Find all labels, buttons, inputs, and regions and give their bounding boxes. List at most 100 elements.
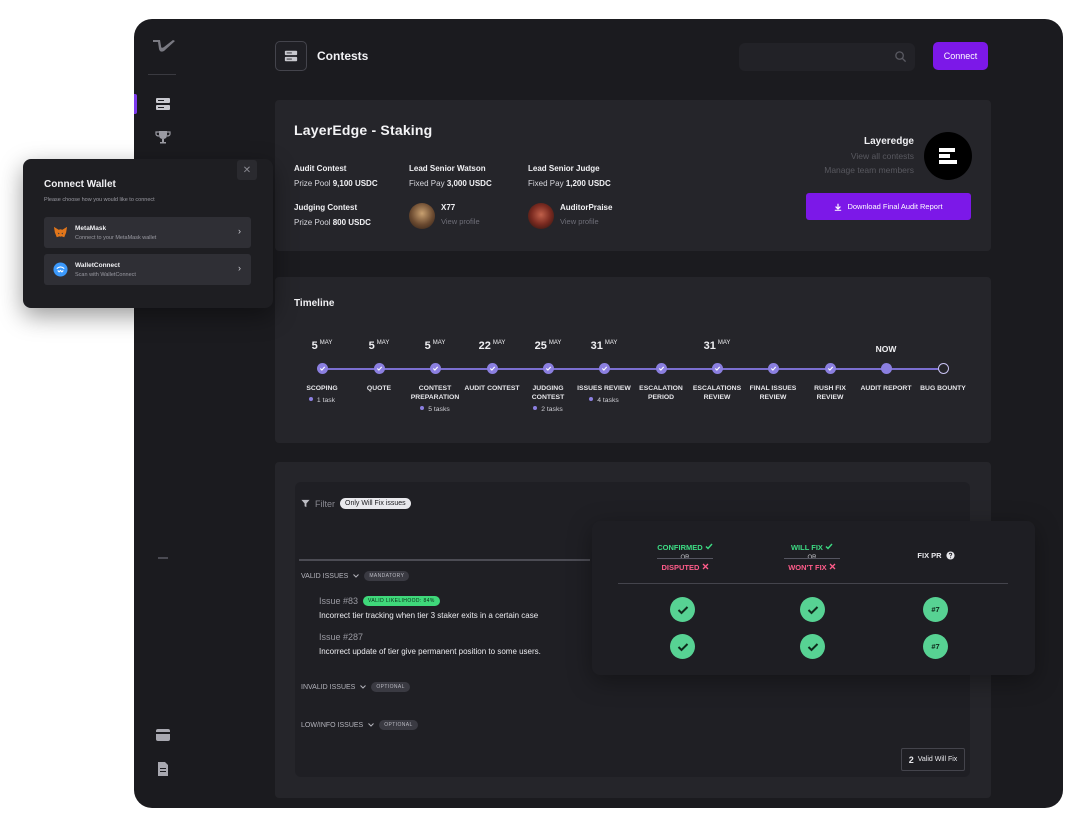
fix-pr-link[interactable]: #7	[923, 634, 948, 659]
lead-watson-pay: Fixed Pay 3,000 USDC	[409, 179, 492, 188]
timeline-node[interactable]	[768, 363, 779, 374]
sidebar-divider	[148, 74, 176, 75]
audit-prize-pool: Prize Pool 9,100 USDC	[294, 179, 378, 188]
lead-watson-avatar[interactable]	[409, 203, 435, 229]
logo-icon[interactable]	[152, 39, 176, 55]
org-name[interactable]: Layeredge	[864, 136, 914, 147]
wallet-name: WalletConnect	[75, 262, 120, 269]
filter-control[interactable]: Filter Only Will Fix issues	[301, 498, 411, 509]
timeline-node[interactable]	[825, 363, 836, 374]
judging-contest-label: Judging Contest	[294, 203, 358, 212]
likelihood-badge: VALID LIKELIHOOD: 84%	[363, 596, 440, 606]
timeline-node[interactable]	[543, 363, 554, 374]
timeline-date: 22 MAY	[478, 340, 506, 352]
check-icon	[827, 366, 834, 371]
filter-label: Filter	[315, 498, 335, 509]
check-icon	[714, 366, 721, 371]
timeline-step: RUSH FIX REVIEW	[814, 385, 846, 401]
chevron-right-icon: ›	[238, 226, 241, 236]
walletconnect-icon	[53, 262, 68, 277]
lead-watson-name[interactable]: X77	[441, 203, 455, 212]
will-fix-check-icon	[800, 634, 825, 659]
timeline-panel: Timeline 5 MAY 5 MAY 5 MAY 22 MAY 25 MAY 31 MA…	[275, 277, 991, 443]
tab-underline	[299, 559, 590, 561]
chevron-down-icon	[353, 574, 360, 578]
filter-chip[interactable]: Only Will Fix issues	[340, 498, 411, 509]
timeline-node[interactable]	[430, 363, 441, 374]
timeline-date: 25 MAY	[534, 340, 562, 352]
check-icon	[825, 543, 833, 550]
confirmed-check-icon	[670, 597, 695, 622]
metamask-option[interactable]: MetaMask Connect to your MetaMask wallet…	[44, 217, 251, 248]
timeline-step: AUDIT CONTEST	[464, 385, 520, 392]
filter-icon	[301, 499, 310, 508]
timeline-now-label: NOW	[875, 344, 897, 354]
timeline-node[interactable]	[487, 363, 498, 374]
timeline-node[interactable]	[317, 363, 328, 374]
lead-watson-label: Lead Senior Watson	[409, 164, 486, 173]
timeline-step: CONTEST PREPARATION 5 tasks	[405, 384, 465, 414]
layeredge-logo-icon	[939, 148, 957, 164]
optional-tag: OPTIONAL	[371, 682, 410, 692]
optional-tag: OPTIONAL	[379, 720, 418, 730]
lead-judge-pay: Fixed Pay 1,200 USDC	[528, 179, 611, 188]
timeline-step: SCOPING 1 task	[292, 384, 352, 405]
timeline-node[interactable]	[656, 363, 667, 374]
search-input[interactable]	[739, 43, 915, 71]
lead-watson-profile-link[interactable]: View profile	[441, 217, 480, 226]
issue-title[interactable]: Incorrect update of tier give permanent …	[319, 647, 541, 656]
timeline-date: 31 MAY	[703, 340, 731, 352]
sidebar-active-indicator	[134, 94, 137, 114]
judging-prize-pool: Prize Pool 800 USDC	[294, 218, 371, 227]
trophy-icon[interactable]	[155, 129, 171, 145]
card-icon[interactable]	[155, 727, 171, 743]
timeline-node-current[interactable]	[881, 363, 892, 374]
close-icon[interactable]: ✕	[237, 160, 257, 180]
timeline-node[interactable]	[712, 363, 723, 374]
chevron-down-icon	[368, 723, 375, 727]
issue-title[interactable]: Incorrect tier tracking when tier 3 stak…	[319, 611, 538, 620]
contests-header-icon	[275, 41, 307, 71]
issue-number[interactable]: Issue #83 VALID LIKELIHOOD: 84%	[319, 596, 440, 606]
walletconnect-option[interactable]: WalletConnect Scan with WalletConnect ›	[44, 254, 251, 285]
modal-subtitle: Please choose how you would like to conn…	[44, 197, 155, 203]
timeline-step: AUDIT REPORT	[860, 385, 912, 392]
lead-judge-profile-link[interactable]: View profile	[560, 217, 599, 226]
x-icon	[829, 563, 836, 570]
issue-number[interactable]: Issue #287	[319, 632, 363, 642]
timeline-date: 5 MAY	[368, 340, 390, 352]
check-icon	[658, 366, 665, 371]
download-report-button[interactable]: Download Final Audit Report	[806, 193, 971, 220]
timeline-node-upcoming[interactable]	[938, 363, 949, 374]
chevron-down-icon	[360, 685, 367, 689]
connect-button[interactable]: Connect	[933, 42, 988, 70]
manage-team-link[interactable]: Manage team members	[824, 165, 914, 175]
issue-status-card: CONFIRMED OR DISPUTED WILL FIX OR WON'T …	[592, 521, 1035, 675]
help-icon[interactable]	[946, 551, 955, 560]
timeline-step: FINAL ISSUES REVIEW	[749, 385, 797, 401]
check-icon	[432, 366, 439, 371]
sidebar	[134, 19, 192, 808]
document-icon[interactable]	[155, 761, 171, 777]
connect-wallet-modal: ✕ Connect Wallet Please choose how you w…	[23, 159, 273, 308]
timeline-date: 31 MAY	[590, 340, 618, 352]
contests-icon[interactable]	[155, 96, 171, 112]
timeline-node[interactable]	[599, 363, 610, 374]
wallet-name: MetaMask	[75, 225, 107, 232]
invalid-issues-toggle[interactable]: INVALID ISSUES OPTIONAL	[301, 682, 410, 692]
timeline-date: 5 MAY	[424, 340, 446, 352]
timeline-step: JUDGING CONTEST 2 tasks	[518, 384, 578, 414]
wallet-desc: Scan with WalletConnect	[75, 272, 136, 278]
low-info-issues-toggle[interactable]: LOW/INFO ISSUES OPTIONAL	[301, 720, 418, 730]
timeline-node[interactable]	[374, 363, 385, 374]
view-all-contests-link[interactable]: View all contests	[851, 151, 914, 161]
fix-pr-header: FIX PR	[906, 551, 966, 560]
fix-pr-link[interactable]: #7	[923, 597, 948, 622]
check-icon	[376, 366, 383, 371]
lead-judge-name[interactable]: AuditorPraise	[560, 203, 612, 212]
valid-issues-toggle[interactable]: VALID ISSUES MANDATORY	[301, 571, 410, 581]
timeline-track	[322, 368, 944, 370]
app-window: Contests Connect LayerEdge - Staking Aud…	[134, 19, 1063, 808]
timeline-date: 5 MAY	[311, 340, 333, 352]
lead-judge-avatar[interactable]	[528, 203, 554, 229]
